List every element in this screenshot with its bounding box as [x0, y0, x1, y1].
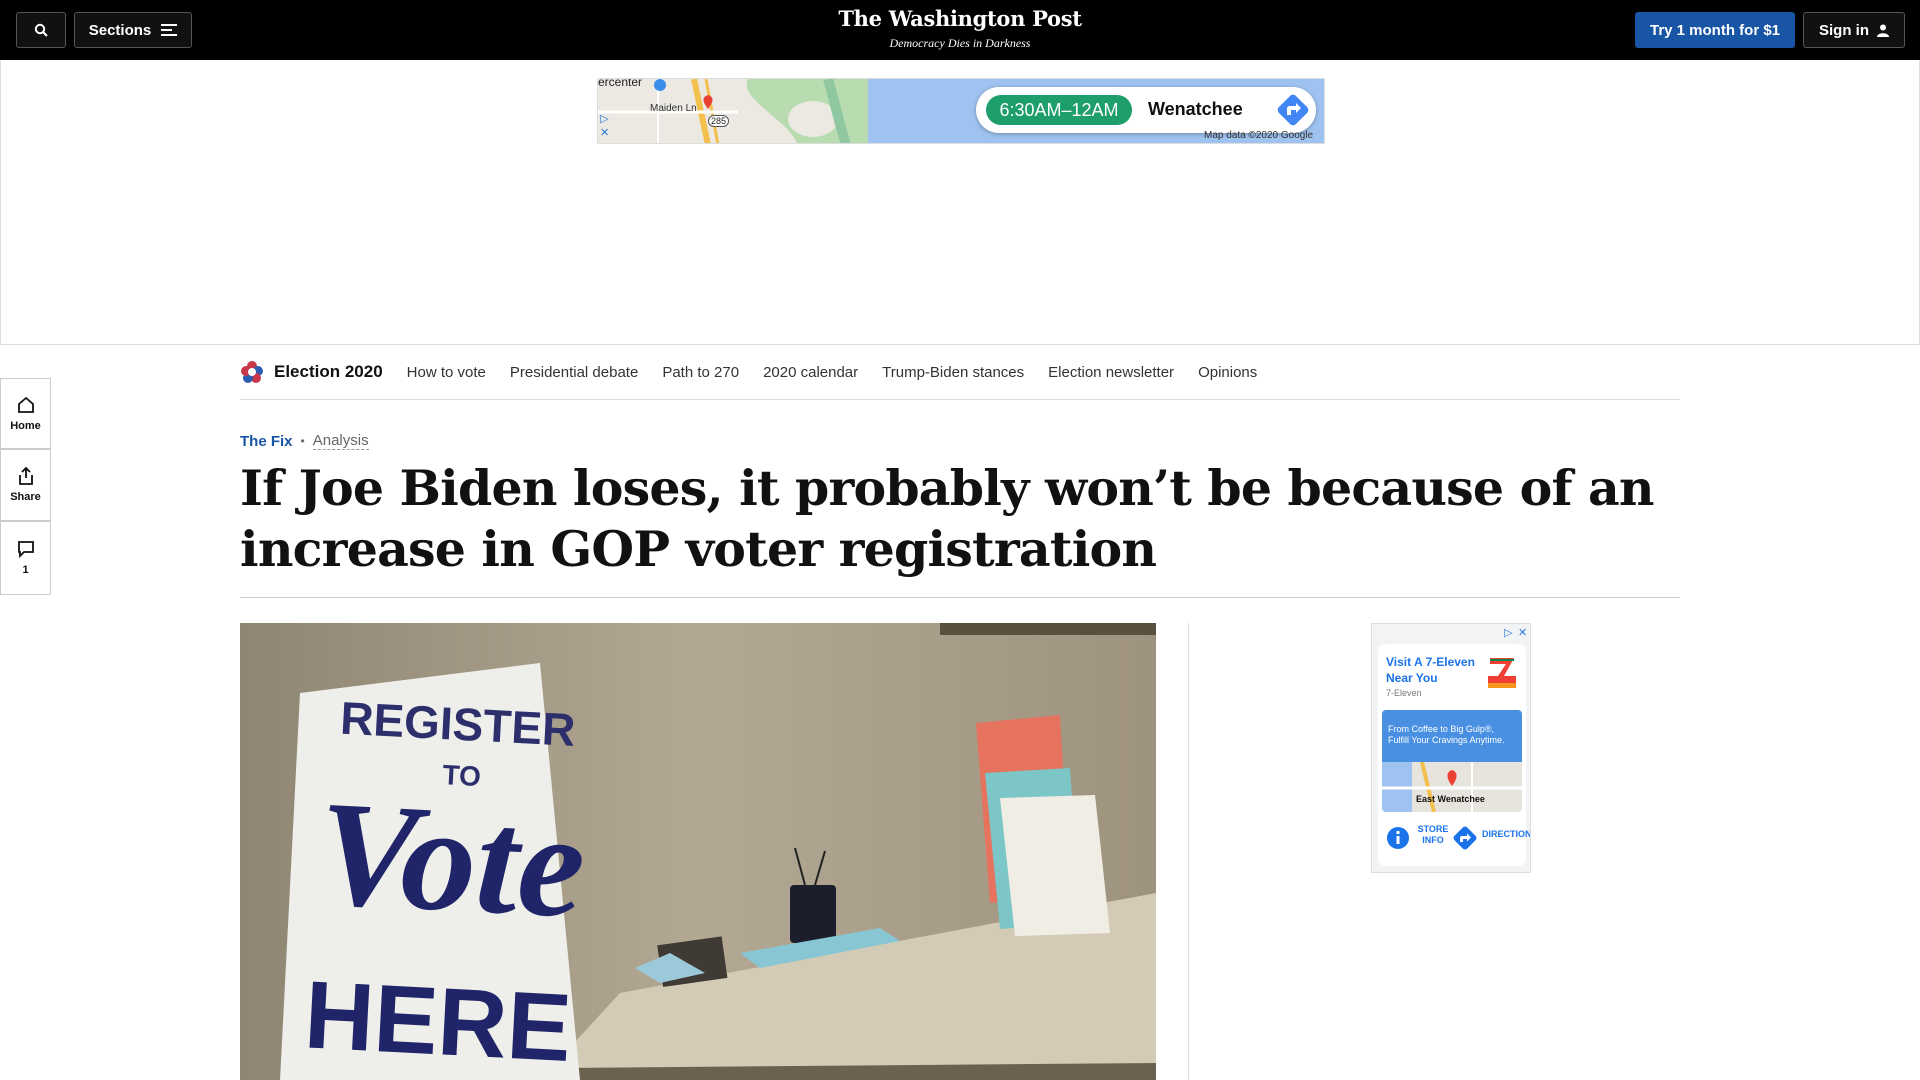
election-nav: Election 2020 How to vote Presidential d… [240, 345, 1680, 400]
ad-map-route: 285 [708, 115, 730, 127]
ad-choices-icon[interactable]: ▷ [1504, 626, 1512, 639]
sections-button[interactable]: Sections [74, 12, 192, 48]
sign-in-label: Sign in [1819, 21, 1869, 39]
photo-sign-here: HERE [302, 961, 574, 1080]
ad-close-icon[interactable]: ✕ [600, 127, 612, 139]
ad-map-place: ercenter [598, 78, 643, 89]
side-ad-brand: 7-Eleven [1386, 688, 1422, 698]
election-nav-link-calendar[interactable]: 2020 calendar [763, 364, 858, 381]
ad-map-street: Maiden Ln [650, 103, 697, 114]
photo-sign-vote: Vote [314, 770, 589, 950]
article-kicker: The Fix • Analysis [240, 432, 369, 450]
election-nav-link-opinions[interactable]: Opinions [1198, 364, 1257, 381]
sign-in-button[interactable]: Sign in [1803, 12, 1905, 48]
brand-name: The Washington Post [838, 6, 1082, 31]
side-ad-title[interactable]: Visit A 7-Eleven Near You [1386, 654, 1486, 686]
kicker-type-label[interactable]: Analysis [312, 432, 369, 450]
top-map-ad[interactable]: ercenter Maiden Ln 285 ▷ ✕ 6:30AM–12AM W… [597, 78, 1325, 144]
search-button[interactable] [16, 12, 66, 48]
election-nav-link-path-to-270[interactable]: Path to 270 [662, 364, 739, 381]
election-star-icon [241, 361, 263, 383]
home-icon [17, 396, 34, 413]
rail-share-button[interactable]: Share [0, 449, 51, 521]
election-nav-link-newsletter[interactable]: Election newsletter [1048, 364, 1174, 381]
directions-icon[interactable] [1276, 93, 1310, 127]
ad-close-icon[interactable]: ✕ [1518, 626, 1527, 639]
ad-hours: 6:30AM–12AM [986, 95, 1132, 125]
rail-comments-button[interactable]: 1 [0, 521, 51, 595]
side-ad-map-graphic [1382, 762, 1522, 812]
comments-count: 1 [22, 564, 29, 576]
subscribe-button[interactable]: Try 1 month for $1 [1635, 12, 1795, 48]
menu-icon [161, 24, 178, 36]
election-nav-link-presidential-debate[interactable]: Presidential debate [510, 364, 638, 381]
sections-label: Sections [88, 21, 152, 39]
ad-store-pill[interactable]: 6:30AM–12AM Wenatchee [976, 87, 1316, 133]
comment-icon [17, 541, 34, 558]
side-ad-directions[interactable]: DIRECTION [1482, 829, 1530, 839]
photo-illustration: REGISTER TO Vote HERE [240, 623, 1156, 1080]
rail-home-button[interactable]: Home [0, 378, 51, 449]
kicker-separator: • [300, 434, 305, 448]
share-icon [18, 467, 33, 485]
election-nav-link-how-to-vote[interactable]: How to vote [407, 364, 486, 381]
headline-divider [240, 597, 1680, 598]
side-ad[interactable]: ▷ ✕ Visit A 7-Eleven Near You 7-Eleven F… [1371, 623, 1531, 873]
top-bar: Sections The Washington Post Democracy D… [0, 0, 1920, 60]
article-headline: If Joe Biden loses, it probably won’t be… [240, 459, 1655, 578]
ad-area: ercenter Maiden Ln 285 ▷ ✕ 6:30AM–12AM W… [0, 60, 1920, 345]
search-icon [34, 23, 48, 37]
brand-logo[interactable]: The Washington Post Democracy Dies in Da… [760, 6, 1160, 51]
column-divider [1188, 623, 1189, 1080]
rail-share-label: Share [10, 491, 41, 503]
election-nav-title[interactable]: Election 2020 [274, 362, 383, 382]
side-ad-map-label: East Wenatchee [1416, 794, 1485, 804]
page: { "header": { "sections_label": "Section… [0, 0, 1920, 1080]
ad-city: Wenatchee [1148, 99, 1243, 119]
brand-tagline: Democracy Dies in Darkness [889, 36, 1031, 50]
election-nav-link-stances[interactable]: Trump-Biden stances [882, 364, 1024, 381]
seven-eleven-logo-icon [1486, 656, 1518, 692]
ad-choices-icon[interactable]: ▷ [600, 113, 612, 125]
info-icon[interactable] [1386, 826, 1410, 850]
article-photo: REGISTER TO Vote HERE [240, 623, 1156, 1080]
side-ad-card[interactable]: Visit A 7-Eleven Near You 7-Eleven From … [1378, 644, 1530, 866]
side-ad-map[interactable]: East Wenatchee [1382, 762, 1522, 812]
side-ad-store-info[interactable]: STORE INFO [1416, 824, 1450, 846]
rail-home-label: Home [10, 419, 41, 432]
user-icon [1877, 24, 1889, 37]
directions-icon[interactable] [1452, 825, 1478, 851]
kicker-section-link[interactable]: The Fix [240, 433, 293, 450]
side-ad-banner[interactable]: From Coffee to Big Gulp®, Fulfill Your C… [1382, 710, 1522, 762]
ad-map-attribution: Map data ©2020 Google [1204, 130, 1314, 141]
